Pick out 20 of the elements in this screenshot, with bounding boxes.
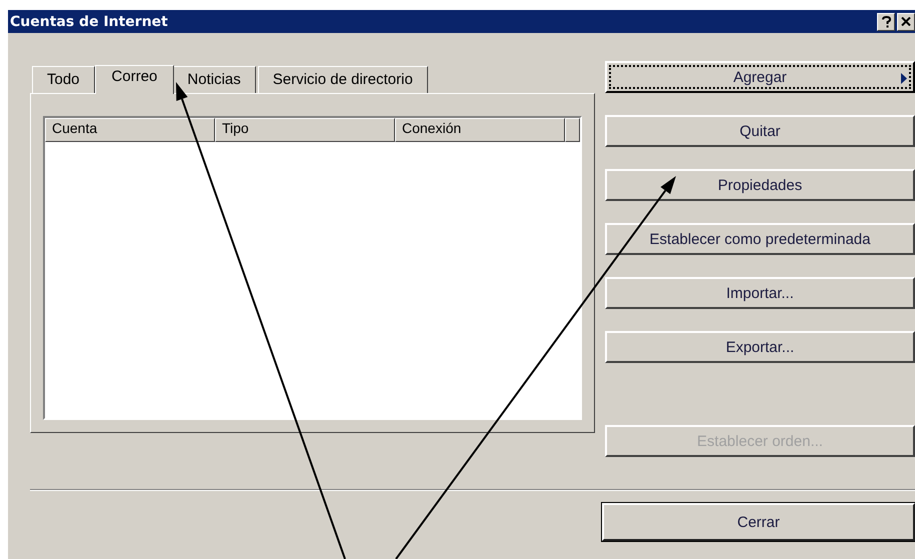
action-button[interactable]: Importar... <box>605 277 915 309</box>
action-button[interactable]: Quitar <box>605 115 915 147</box>
close-dialog-button[interactable]: Cerrar <box>602 503 915 541</box>
tab[interactable]: Todo <box>32 66 95 93</box>
close-icon <box>901 17 911 26</box>
window-title: Cuentas de Internet <box>10 14 169 30</box>
action-button[interactable]: Propiedades <box>605 169 915 201</box>
close-button[interactable] <box>897 12 915 30</box>
action-button[interactable]: Establecer como predeterminada <box>605 223 915 255</box>
column-header[interactable]: Conexión <box>395 118 565 142</box>
caret-icon <box>901 73 907 84</box>
action-button[interactable]: Agregar <box>605 61 915 93</box>
tab[interactable]: Noticias <box>172 66 256 93</box>
column-header[interactable]: Cuenta <box>45 118 215 142</box>
help-icon <box>882 16 890 28</box>
help-button[interactable] <box>877 12 895 30</box>
tab[interactable]: Servicio de directorio <box>258 66 428 93</box>
column-header[interactable]: Tipo <box>215 118 395 142</box>
action-button[interactable]: Exportar... <box>605 331 915 363</box>
tab[interactable]: Correo <box>94 65 174 94</box>
